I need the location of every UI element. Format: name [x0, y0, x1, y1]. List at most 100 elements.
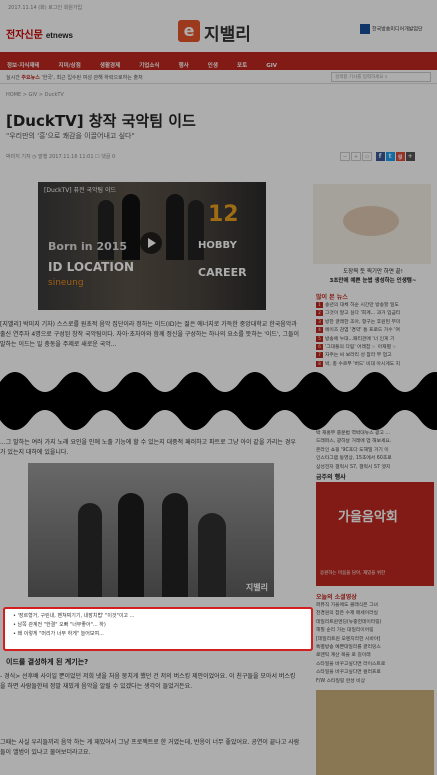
nav-item-0[interactable]: 정보·지식재테 — [0, 55, 46, 69]
jibelli-logo[interactable]: e 지밸리 — [178, 18, 258, 46]
facebook-icon[interactable]: f — [375, 152, 385, 161]
kocca-logo[interactable]: 한국방송미디어개발업단 — [360, 24, 432, 34]
person-silhouette — [188, 200, 204, 260]
nav-item-4[interactable]: 행사 — [172, 55, 196, 69]
video-title: [DuckTV] 퓨전 국악팀 이드 — [44, 187, 117, 194]
list-item[interactable]: 데일리트윈엔딩(뉴중헌데이터링) — [316, 619, 434, 627]
person-silhouette — [162, 493, 188, 597]
subnav-label: 실시간 — [6, 75, 20, 81]
promo-heading: 금주의 행사 — [316, 474, 346, 481]
etnews-logo[interactable]: 전자신문 etnews — [6, 26, 73, 41]
article-paragraph-2: ...그 말하는 여러 가지 노래 요인을 인에 노출 기능에 할 수 있는지 … — [0, 439, 296, 456]
list-item[interactable]: 천경원의 잡은 수제 매세이라실 — [316, 610, 434, 618]
play-icon[interactable] — [140, 232, 162, 254]
list-item[interactable]: 스타일을 바꾸고싶다면 라이스트로 — [316, 661, 434, 669]
ad-title-line-1: 도장찍 듯 찍기만 하면 끝! — [343, 269, 403, 275]
video-sub: sineung — [48, 278, 84, 288]
list-item[interactable]: 8 박, 총 수르부 '버드' 비대 아시게도 지 — [316, 360, 434, 369]
sidebar-ad-title[interactable]: 도장찍 듯 찍기만 하면 끝! 3초만에 예쁜 눈썹 생성하는 인생템~ — [313, 268, 433, 286]
torn-page-divider — [0, 372, 437, 430]
photo-watermark: 지밸리 — [245, 583, 268, 592]
list-item[interactable]: 드래퍼스, 광하날 거래에 업 해보세요. — [316, 438, 434, 446]
list-item[interactable]: 퍼뮤직 가을에도 클래식은 그녀 — [316, 602, 434, 610]
article-paragraph-3: - 경식> 선후배 사이일 뿐이었던 저희 넷을 처음 뭉치게 했던 건 저의 … — [0, 673, 296, 690]
twitter-icon[interactable]: t — [385, 152, 395, 161]
jibelli-name: 지밸리 — [204, 25, 251, 45]
promo-title: 가을음악회 — [338, 510, 398, 525]
nav-item-6[interactable]: 포토 — [230, 55, 254, 69]
list-item[interactable]: [데일리트윈 오렌지라한 시바야] — [316, 636, 434, 644]
list-item[interactable]: 로맨틱 계산 목을 로 길이래 — [316, 652, 434, 660]
social-video-heading: 오늘의 소셜영상 — [316, 594, 357, 601]
list-item[interactable]: F/W 스타일링 완성 비상 — [316, 678, 434, 686]
article-tools: − + ▭ f t g + — [340, 152, 415, 161]
nav-item-5[interactable]: 인생 — [201, 55, 225, 69]
list-item[interactable]: 4 에이즈 감염 '경약' 통 프로드 가수 '여 — [316, 327, 434, 335]
article-photo: 지밸리 — [28, 463, 274, 597]
list-item[interactable]: 삼성전자 갤럭시 S7, 갤럭시 S7 엣지 — [316, 464, 434, 472]
video-hobby: HOBBY — [198, 240, 237, 251]
promo-subtitle: 응원하는 마음을 담아, 재밌을 위한 — [320, 571, 386, 576]
print-icon[interactable]: ▭ — [362, 152, 372, 161]
caption-item: 왜 이렇게 "머리가 너무 하게" 늘어보여... — [13, 630, 303, 639]
share-icon[interactable]: + — [405, 152, 415, 161]
header: 전자신문 etnews e 지밸리 한국방송미디어개발업단 — [0, 14, 437, 52]
subnav-ticker[interactable]: '한국', 최근 입수된 여성 관해 하락으로하는 출처 — [41, 75, 142, 81]
person-silhouette — [78, 503, 102, 597]
page-subtitle: "우리만의 '흥'으로 쾌감을 이끌어내고 싶다" — [6, 132, 135, 140]
list-item[interactable]: 6 '그대들의 다림' 어레잡 ☞ 아재별 ☞ — [316, 344, 434, 352]
popular-news-list: 1 송년의 대체 하순 시간만 방송할 일도 2 그것이 알고 싶다 '회계... … — [316, 302, 434, 369]
font-increase-button[interactable]: + — [351, 152, 361, 161]
font-decrease-button[interactable]: − — [340, 152, 350, 161]
list-item[interactable]: 특별방송 예쁜대일리를 글리밍스 — [316, 644, 434, 652]
video-number: 12 — [208, 202, 239, 227]
caption-item: '장르형거, 구린내, 벤쳐찌기기, 내장치법' "이것"이고 ... — [13, 612, 303, 621]
bottom-sidebar-ad[interactable] — [316, 690, 434, 775]
section-heading: 이드를 결성하게 된 계기는? — [6, 658, 89, 666]
list-item[interactable]: 박 재홍부 중문법 역박대뉴스 광고 ... — [316, 430, 434, 438]
person-silhouette — [198, 513, 226, 597]
sidebar-ad-image[interactable] — [313, 184, 431, 264]
video-player[interactable]: [DuckTV] 퓨전 국악팀 이드 Born in 2015 ID LOCAT… — [38, 182, 266, 310]
person-silhouette — [118, 493, 144, 597]
nav-item-3[interactable]: 기업소식 — [132, 55, 166, 69]
jibelli-mark: e — [178, 20, 200, 42]
etnews-sub: etnews — [45, 31, 73, 40]
list-item[interactable]: 2 그것이 알고 싶다 '회계... 과거 입금티 — [316, 310, 434, 318]
page-title: [DuckTV] 창작 국악팀 이드 — [6, 112, 196, 130]
list-item[interactable]: 3 방한 글래한 조아, 항구는 후원된 무미 — [316, 318, 434, 327]
breadcrumb[interactable]: HOME > GIV > DuckTV — [6, 92, 64, 98]
caption-item: 남쪽 관계전 "한결" 오빠 "너무좋아"... 하) — [13, 621, 303, 630]
highlighted-caption-box: '장르형거, 구린내, 벤쳐찌기기, 내장치법' "이것"이고 ... 남쪽 관… — [3, 607, 313, 651]
popular-news-list-2: 박 재홍부 중문법 역박대뉴스 광고 ... 드래퍼스, 광하날 거래에 업 해… — [316, 430, 434, 472]
kocca-text: 한국방송미디어개발업단 — [372, 26, 423, 33]
kocca-icon — [360, 24, 370, 34]
nav-item-1[interactable]: 지미/상점 — [52, 55, 88, 69]
list-item[interactable]: 스타일을 바꾸고싶다면 컬러프로 — [316, 669, 434, 677]
search-icon[interactable]: ⌕ — [385, 75, 388, 80]
list-item[interactable]: 해질 순리 가는 대일리이어링 — [316, 627, 434, 635]
nav-item-2[interactable]: 생활경제 — [93, 55, 127, 69]
popular-news-heading: 많이 본 뉴스 — [316, 294, 348, 301]
googleplus-icon[interactable]: g — [395, 152, 405, 161]
top-utility-bar: 2017.11.14 (화) 로그인 회원가입 — [0, 0, 437, 14]
article-meta: 박미지 기자 ◷ 발행 2017.11.16 11:01 ☐ 댓글 0 — [6, 154, 116, 160]
nav-item-7[interactable]: GIV — [259, 57, 284, 69]
list-item[interactable]: 7 자주는 씨 보라리 성 참라 부 업고 — [316, 352, 434, 360]
article-paragraph-4: 그때는 사실 우리들끼리 음악 하는 게 재밌어서 그냥 프로젝트로 한 거였는… — [0, 739, 300, 756]
video-born: Born in 2015 — [48, 240, 128, 253]
list-item[interactable]: 5 방송에 누대...패티관에 '너 인게 기 — [316, 335, 434, 344]
search-input[interactable]: 검색할 기사를 입력하세요 ⌕ — [331, 72, 431, 82]
social-video-list: 퍼뮤직 가을에도 클래식은 그녀 천경원의 잡은 수제 매세이라실 데일리트윈엔… — [316, 602, 434, 686]
subnav-highlight[interactable]: 주요뉴스 — [21, 75, 39, 81]
ad-product-image — [343, 206, 399, 236]
person-silhouette — [166, 194, 184, 260]
list-item[interactable]: 온라인 쇼핑 '9C포다 도해밀 거기 이 — [316, 447, 434, 455]
promo-banner[interactable]: 가을음악회 응원하는 마음을 담아, 재밌을 위한 — [316, 482, 434, 586]
list-item[interactable]: 인스타그램 동영상, 15초에서 60초로 — [316, 455, 434, 463]
search-placeholder: 검색할 기사를 입력하세요 — [335, 75, 384, 80]
etnews-logo-text: 전자신문 — [6, 30, 43, 41]
video-career: CAREER — [198, 266, 247, 279]
list-item[interactable]: 1 송년의 대체 하순 시간만 방송할 일도 — [316, 302, 434, 310]
main-nav: 정보·지식재테 지미/상점 생활경제 기업소식 행사 인생 포토 GIV — [0, 52, 437, 70]
